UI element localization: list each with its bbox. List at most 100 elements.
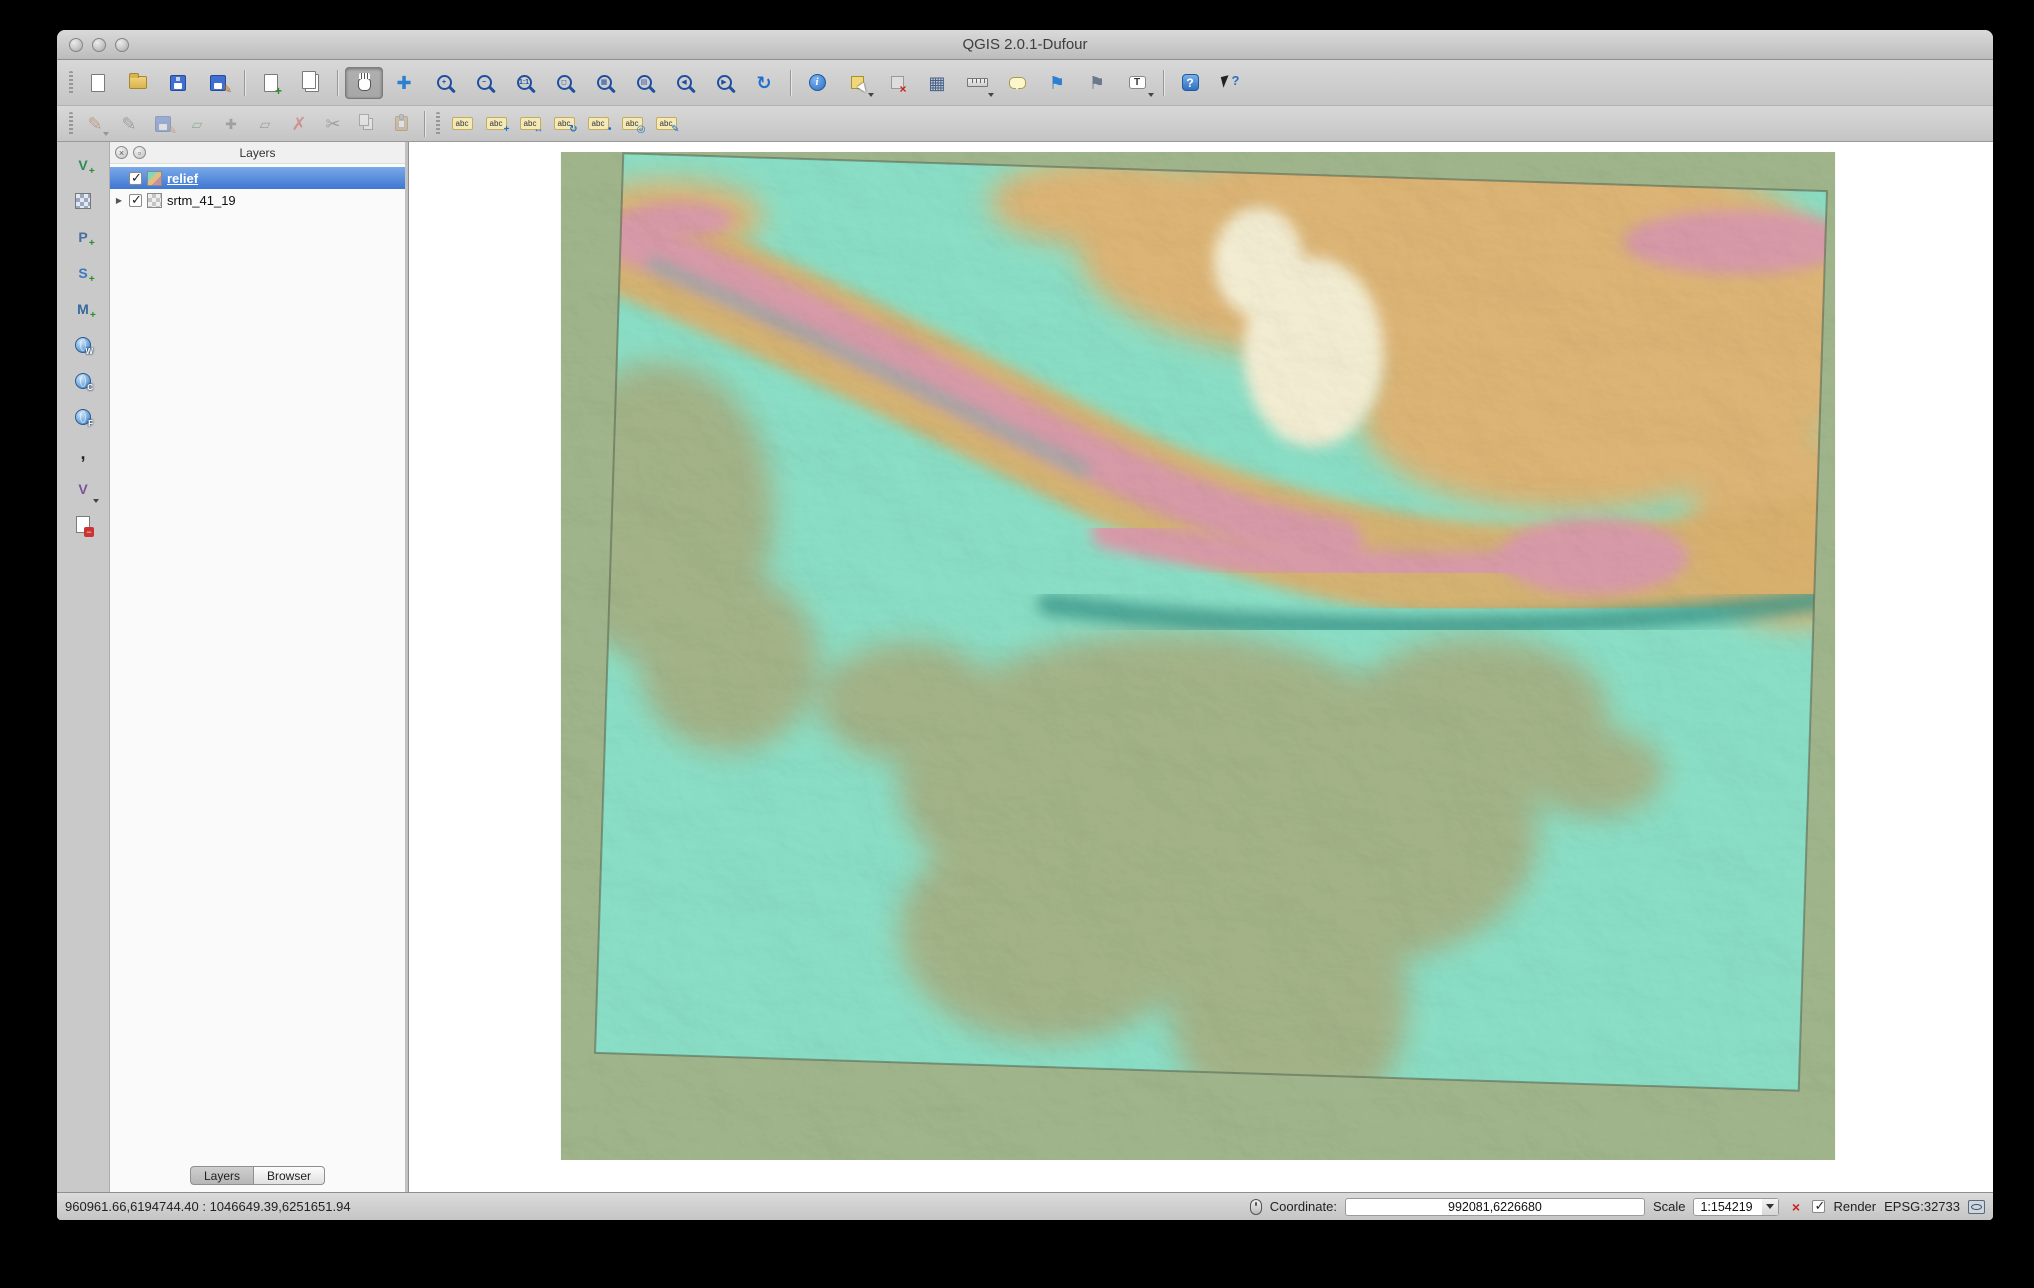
titlebar[interactable]: QGIS 2.0.1-Dufour [57, 30, 1993, 60]
composer-manager-button[interactable] [292, 67, 330, 99]
status-bar-right: Coordinate: 992081,6226680 Scale 1:15421… [1250, 1198, 1985, 1216]
mouse-position-icon[interactable] [1250, 1199, 1262, 1215]
open-attribute-table-icon: ▦ [928, 74, 945, 92]
stop-rendering-icon[interactable]: × [1787, 1198, 1804, 1215]
add-postgis-layer-icon: P [78, 230, 87, 244]
toolbar-drag-handle [69, 71, 73, 95]
add-vector-layer-button[interactable]: V [65, 148, 101, 181]
save-layer-edits-button[interactable] [147, 110, 179, 138]
map-canvas[interactable] [409, 142, 1993, 1192]
close-panel-button[interactable]: × [115, 146, 128, 159]
new-bookmark-button[interactable]: ⚑ [1038, 67, 1076, 99]
qgis-window: QGIS 2.0.1-Dufour ✚↻▦⚑⚑ ✎✎▱✚▱✗✂ VPSM,V ×… [57, 30, 1993, 1220]
add-feature-button[interactable]: ▱ [181, 110, 213, 138]
zoom-last-icon [677, 75, 692, 90]
show-bookmarks-button[interactable]: ⚑ [1078, 67, 1116, 99]
add-wfs-layer-button[interactable] [65, 400, 101, 433]
label-properties-button[interactable] [650, 110, 682, 138]
zoom-in-button[interactable] [425, 67, 463, 99]
refresh-map-button[interactable]: ↻ [745, 67, 783, 99]
new-project-button[interactable] [79, 67, 117, 99]
new-project-icon [91, 74, 105, 92]
float-panel-button[interactable]: ▫ [133, 146, 146, 159]
current-edits-icon: ✎ [87, 115, 102, 133]
composer-manager-icon [302, 71, 316, 89]
toolbar-row-2: ✎✎▱✚▱✗✂ [57, 106, 1993, 142]
cut-features-button[interactable]: ✂ [317, 110, 349, 138]
new-shapefile-layer-button[interactable]: V [65, 472, 101, 505]
scale-combobox[interactable]: 1:154219 [1693, 1198, 1779, 1216]
render-checkbox[interactable] [1812, 1200, 1825, 1213]
measure-button[interactable] [958, 67, 996, 99]
add-postgis-layer-button[interactable]: P [65, 220, 101, 253]
select-features-button[interactable] [838, 67, 876, 99]
minimize-button[interactable] [92, 38, 106, 52]
copy-features-button[interactable] [351, 110, 383, 138]
deselect-features-button[interactable] [878, 67, 916, 99]
label-show-hide-button[interactable] [616, 110, 648, 138]
map-tips-button[interactable] [998, 67, 1036, 99]
zoom-native-button[interactable] [505, 67, 543, 99]
whats-this-button[interactable] [1211, 67, 1249, 99]
label-pin-button[interactable] [582, 110, 614, 138]
zoom-last-button[interactable] [665, 67, 703, 99]
layer-labeling-options-button[interactable] [446, 110, 478, 138]
coordinate-input[interactable]: 992081,6226680 [1345, 1198, 1645, 1216]
text-annotation-button[interactable] [1118, 67, 1156, 99]
zoom-full-button[interactable] [545, 67, 583, 99]
label-add-button[interactable] [480, 110, 512, 138]
save-project-button[interactable] [159, 67, 197, 99]
delete-selected-button[interactable]: ✗ [283, 110, 315, 138]
add-wms-layer-button[interactable] [65, 328, 101, 361]
toolbar-separator [424, 111, 425, 137]
layer-row-relief[interactable]: ▶relief [110, 167, 405, 189]
zoom-to-selection-button[interactable] [585, 67, 623, 99]
node-tool-button[interactable]: ▱ [249, 110, 281, 138]
help-icon [1182, 74, 1199, 91]
zoom-out-button[interactable] [465, 67, 503, 99]
layer-row-srtm_41_19[interactable]: ▶srtm_41_19 [110, 189, 405, 211]
paste-features-button[interactable] [385, 110, 417, 138]
text-annotation-icon [1129, 76, 1146, 89]
panel-tab-browser[interactable]: Browser [254, 1166, 325, 1185]
add-feature-icon: ▱ [192, 117, 203, 131]
current-edits-button[interactable]: ✎ [79, 110, 111, 138]
save-project-icon [170, 75, 186, 91]
identify-features-button[interactable] [798, 67, 836, 99]
scale-dropdown-arrow-icon[interactable] [1762, 1199, 1778, 1215]
crs-status[interactable]: EPSG:32733 [1884, 1199, 1960, 1214]
pan-map-button[interactable] [345, 67, 383, 99]
save-project-as-button[interactable] [199, 67, 237, 99]
map-tips-icon [1009, 77, 1026, 89]
zoom-next-button[interactable] [705, 67, 743, 99]
layer-visibility-checkbox[interactable] [129, 172, 142, 185]
add-wcs-layer-button[interactable] [65, 364, 101, 397]
close-button[interactable] [69, 38, 83, 52]
pan-to-selection-button[interactable]: ✚ [385, 67, 423, 99]
help-button[interactable] [1171, 67, 1209, 99]
open-project-button[interactable] [119, 67, 157, 99]
add-spatialite-layer-button[interactable]: S [65, 256, 101, 289]
panel-buttons: × ▫ [115, 142, 146, 163]
dropdown-arrow-icon [988, 93, 994, 97]
move-feature-button[interactable]: ✚ [215, 110, 247, 138]
label-rotate-button[interactable] [548, 110, 580, 138]
zoom-button[interactable] [115, 38, 129, 52]
zoom-to-layer-button[interactable] [625, 67, 663, 99]
new-shapefile-layer-icon: V [78, 482, 87, 496]
add-delimited-text-layer-button[interactable]: , [65, 436, 101, 469]
new-print-composer-button[interactable] [252, 67, 290, 99]
add-mssql-layer-button[interactable]: M [65, 292, 101, 325]
zoom-to-selection-icon [597, 75, 612, 90]
toggle-editing-button[interactable]: ✎ [113, 110, 145, 138]
layer-visibility-checkbox[interactable] [129, 194, 142, 207]
panel-tab-layers[interactable]: Layers [190, 1166, 254, 1185]
crs-status-icon[interactable] [1968, 1200, 1985, 1214]
remove-layer-button[interactable] [65, 508, 101, 541]
open-attribute-table-button[interactable]: ▦ [918, 67, 956, 99]
expand-arrow-icon[interactable]: ▶ [114, 196, 124, 205]
label-move-button[interactable] [514, 110, 546, 138]
add-vector-layer-icon: V [78, 158, 87, 172]
add-raster-layer-button[interactable] [65, 184, 101, 217]
copy-features-icon [359, 114, 369, 126]
